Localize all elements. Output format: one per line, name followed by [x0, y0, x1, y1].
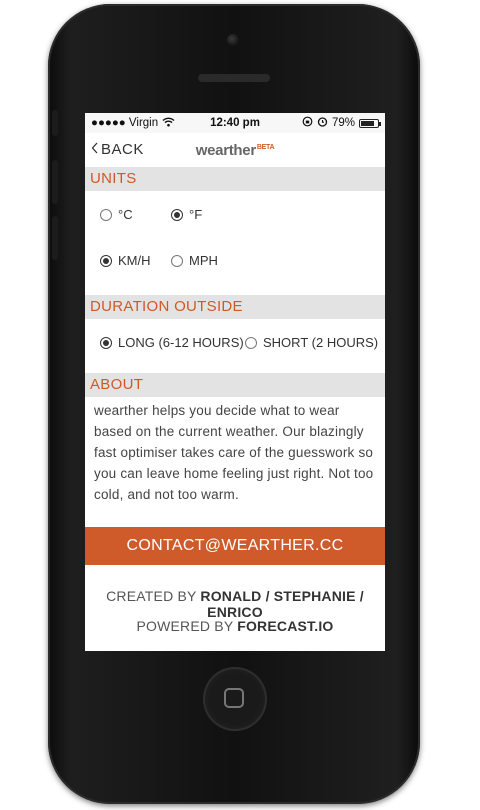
battery-icon — [359, 118, 381, 128]
duration-heading: DURATION OUTSIDE — [85, 295, 385, 319]
contact-email-button[interactable]: CONTACT@WEARTHER.CC — [85, 527, 385, 565]
radio-kmh-indicator — [100, 254, 112, 267]
radio-celsius[interactable]: °C — [100, 207, 133, 222]
radio-fahrenheit-indicator — [171, 208, 183, 221]
powered-by-prefix: POWERED BY — [136, 618, 234, 634]
earpiece-speaker — [198, 74, 270, 82]
carrier-label: ●●●●● Virgin — [91, 117, 159, 129]
radio-mph[interactable]: MPH — [171, 253, 218, 268]
app-title: weartherBETA — [85, 142, 385, 159]
volume-down-button — [52, 216, 58, 260]
radio-fahrenheit[interactable]: °F — [171, 207, 202, 222]
radio-short-label: SHORT (2 HOURS) — [263, 335, 379, 350]
radio-long-label: LONG (6-12 HOURS) — [118, 335, 244, 350]
duration-group: LONG (6-12 HOURS) SHORT (2 HOURS) — [85, 319, 385, 371]
radio-celsius-label: °C — [118, 207, 133, 222]
authors-names: RONALD / STEPHANIE / ENRICO — [200, 588, 364, 620]
alarm-icon — [317, 116, 328, 130]
radio-long-indicator — [100, 336, 112, 349]
radio-mph-label: MPH — [189, 253, 218, 268]
rotation-lock-icon — [302, 116, 313, 130]
radio-kmh[interactable]: KM/H — [100, 253, 151, 268]
nav-bar: BACK weartherBETA — [85, 133, 385, 167]
about-text: wearther helps you decide what to wear b… — [94, 403, 374, 502]
radio-kmh-label: KM/H — [118, 253, 151, 268]
home-button-icon — [224, 688, 244, 708]
battery-level — [361, 120, 374, 126]
battery-percent: 79% — [331, 117, 355, 129]
mute-switch — [52, 110, 58, 136]
wifi-icon — [162, 117, 175, 130]
powered-by-line: POWERED BY FORECAST.IO — [85, 618, 385, 634]
forecast-io-link[interactable]: FORECAST.IO — [237, 618, 333, 634]
radio-fahrenheit-label: °F — [189, 207, 203, 222]
brand-name: wearther — [195, 142, 256, 159]
created-by-prefix: CREATED BY — [106, 588, 197, 604]
speed-unit-group: KM/H MPH — [85, 239, 385, 287]
created-by-line: CREATED BY RONALD / STEPHANIE / ENRICO — [85, 588, 385, 620]
temperature-unit-group: °C °F — [85, 191, 385, 239]
beta-badge: BETA — [256, 144, 275, 151]
radio-long-duration[interactable]: LONG (6-12 HOURS) — [100, 335, 244, 350]
app-screen: ●●●●● Virgin 12:40 pm 79% BACK weartherB… — [85, 113, 385, 651]
front-camera — [227, 34, 239, 46]
units-heading: UNITS — [85, 167, 385, 191]
volume-up-button — [52, 160, 58, 204]
status-bar: ●●●●● Virgin 12:40 pm 79% — [85, 113, 385, 133]
about-heading: ABOUT — [85, 373, 385, 397]
radio-short-duration[interactable]: SHORT (2 HOURS) — [245, 335, 378, 350]
radio-short-indicator — [245, 336, 257, 349]
radio-mph-indicator — [171, 254, 183, 267]
radio-celsius-indicator — [100, 208, 112, 221]
